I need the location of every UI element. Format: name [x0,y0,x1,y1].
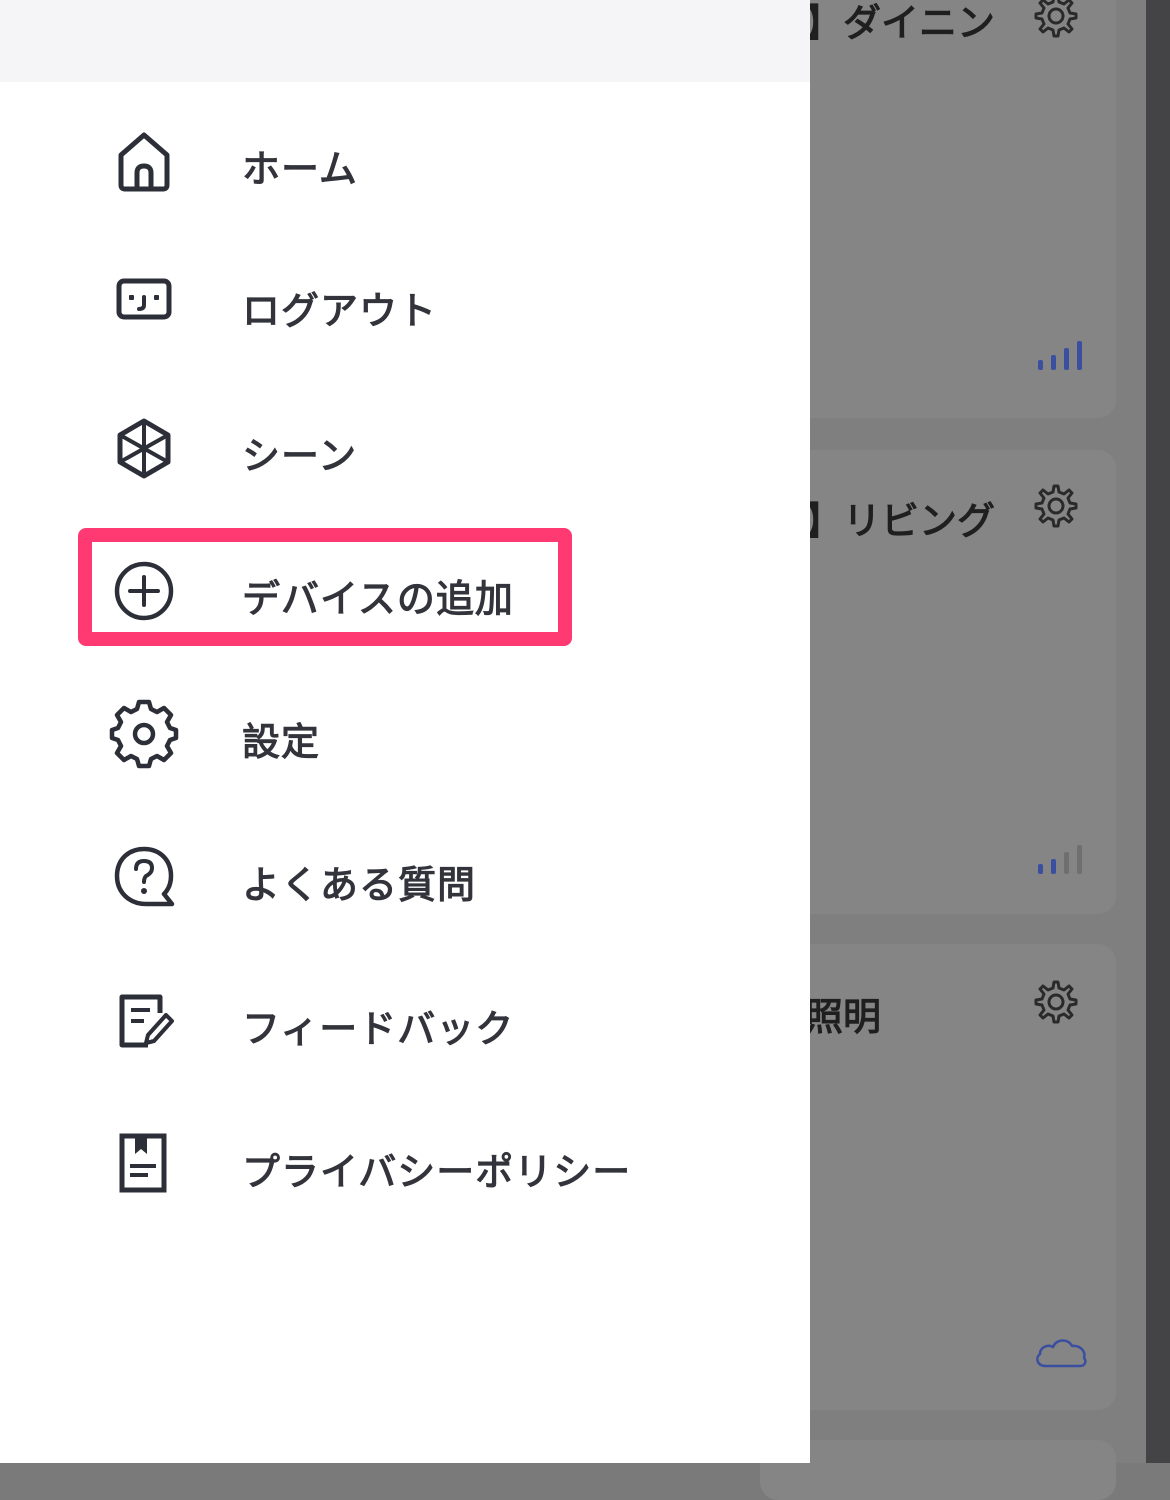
device-card-title: 】ダイニン [805,1,996,45]
device-card-dining[interactable]: 】ダイニン [760,0,1116,418]
menu-item-label: ログアウト [242,289,438,333]
menu-item-label: シーン [242,434,358,478]
menu-item-label: フィードバック [242,1007,515,1051]
drawer-header [0,0,810,82]
device-card-title: 】リビング [805,499,996,543]
gear-icon[interactable] [1026,0,1082,44]
highlight-box [78,528,572,646]
menu-item-settings[interactable]: 設定 [0,663,810,793]
menu-item-label: よくある質問 [242,863,477,907]
signal-strength-icon [1038,845,1082,874]
cloud-icon [1036,1339,1087,1368]
menu-item-logout[interactable]: ログアウト [0,232,810,362]
signal-strength-icon [1038,341,1082,370]
device-card-title: 照明 [805,995,882,1039]
menu-item-feedback[interactable]: フィードバック [0,950,810,1080]
device-card-lighting[interactable]: 照明 [760,944,1116,1410]
home-icon [118,132,170,192]
scrollbar [1146,0,1170,1463]
logout-icon [116,278,172,320]
menu-item-scene[interactable]: シーン [0,377,810,507]
gear-icon [109,699,179,769]
gear-icon[interactable] [1026,478,1082,534]
menu-item-label: 設定 [242,720,321,764]
side-drawer: ホーム ログアウト シーン デバイスの追加 設定 よくある質問 フィードバック … [0,0,810,1463]
privacy-document-icon [119,1133,167,1193]
menu-item-label: プライバシーポリシー [242,1150,632,1194]
menu-item-home[interactable]: ホーム [0,90,810,220]
scene-icon [117,418,171,479]
gear-icon[interactable] [1026,974,1082,1030]
device-card-living[interactable]: 】リビング [760,450,1116,914]
menu-item-privacy-policy[interactable]: プライバシーポリシー [0,1093,810,1223]
feedback-icon [119,994,174,1048]
menu-item-label: ホーム [242,147,358,191]
question-bubble-icon [114,846,175,907]
device-card-partial[interactable] [760,1440,1116,1500]
menu-item-faq[interactable]: よくある質問 [0,806,810,936]
